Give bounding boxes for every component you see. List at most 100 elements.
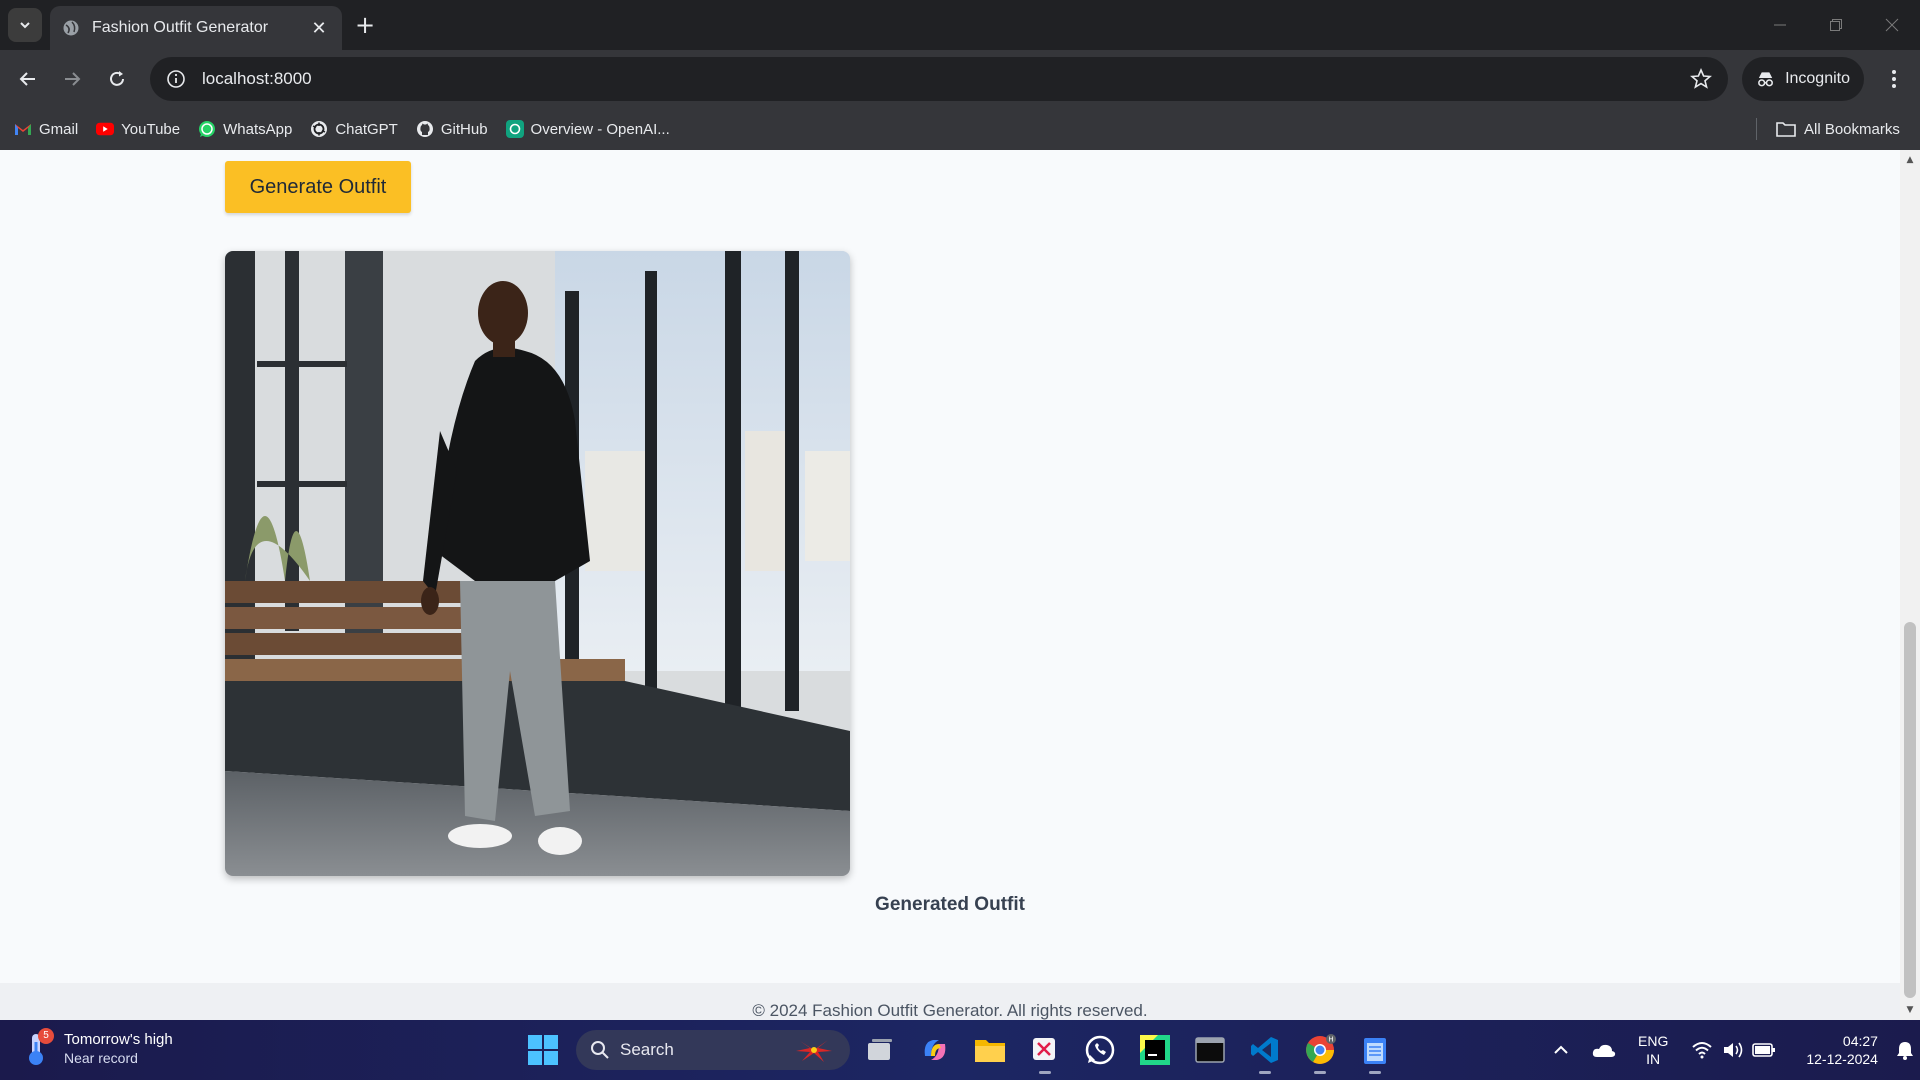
window-controls bbox=[1752, 0, 1920, 50]
all-bookmarks-label: All Bookmarks bbox=[1804, 120, 1900, 138]
notepad-app[interactable] bbox=[1357, 1032, 1393, 1074]
bookmark-whatsapp[interactable]: WhatsApp bbox=[198, 120, 292, 138]
info-icon[interactable] bbox=[166, 69, 186, 89]
scroll-up-icon[interactable]: ▲ bbox=[1900, 152, 1920, 168]
all-bookmarks-button[interactable]: All Bookmarks bbox=[1776, 108, 1900, 150]
bookmark-label: ChatGPT bbox=[335, 120, 398, 138]
copilot-icon bbox=[924, 1040, 946, 1060]
globe-icon bbox=[63, 20, 79, 36]
chrome-app[interactable]: H bbox=[1302, 1032, 1338, 1074]
vscode-icon bbox=[1251, 1037, 1278, 1063]
incognito-indicator[interactable]: Incognito bbox=[1742, 57, 1864, 101]
chatgpt-icon bbox=[310, 120, 328, 138]
whatsapp-app[interactable] bbox=[1082, 1032, 1118, 1068]
language-indicator[interactable]: ENG IN bbox=[1638, 1032, 1668, 1068]
pycharm-app[interactable] bbox=[1137, 1032, 1173, 1068]
weather-widget[interactable]: 5 Tomorrow's high Near record bbox=[24, 1028, 173, 1068]
openai-icon bbox=[505, 120, 524, 138]
folder-icon bbox=[1776, 121, 1796, 137]
pycharm-icon bbox=[1140, 1035, 1170, 1065]
notification-bell-icon[interactable] bbox=[1896, 1040, 1914, 1060]
bookmark-label: Overview - OpenAI... bbox=[530, 120, 670, 138]
weather-alert-badge: 5 bbox=[38, 1028, 54, 1044]
tab-close-icon[interactable]: ✕ bbox=[308, 18, 330, 39]
task-view-icon bbox=[868, 1039, 892, 1060]
star-icon[interactable] bbox=[1690, 68, 1712, 90]
bookmark-label: Gmail bbox=[39, 120, 79, 138]
windows-logo-icon bbox=[528, 1035, 558, 1065]
thermometer-icon: 5 bbox=[24, 1028, 54, 1068]
chevron-down-icon bbox=[20, 22, 30, 29]
tab-title: Fashion Outfit Generator bbox=[92, 19, 269, 36]
arrow-right-icon bbox=[65, 72, 81, 86]
close-window-button[interactable] bbox=[1864, 0, 1920, 50]
cloud-icon[interactable] bbox=[1592, 1042, 1616, 1058]
whatsapp-icon bbox=[1085, 1035, 1115, 1065]
bookmark-label: YouTube bbox=[121, 120, 181, 138]
scrollbar-thumb[interactable] bbox=[1904, 622, 1916, 998]
clock-time: 04:27 bbox=[1842, 1033, 1878, 1049]
new-tab-button[interactable]: + bbox=[352, 12, 378, 38]
bookmark-youtube[interactable]: YouTube bbox=[96, 120, 180, 138]
copilot-app[interactable] bbox=[917, 1032, 953, 1068]
whatsapp-icon bbox=[198, 120, 216, 138]
github-icon bbox=[416, 120, 434, 138]
address-bar[interactable]: localhost:8000 bbox=[150, 57, 1728, 101]
snipping-tool-icon bbox=[1033, 1038, 1055, 1060]
bookmark-chatgpt[interactable]: ChatGPT bbox=[310, 120, 398, 138]
close-icon bbox=[1885, 18, 1899, 32]
minimize-button[interactable] bbox=[1752, 0, 1808, 50]
wifi-icon[interactable] bbox=[1692, 1041, 1713, 1059]
folder-icon bbox=[975, 1040, 1005, 1062]
reload-icon bbox=[110, 71, 124, 86]
running-indicator bbox=[1314, 1071, 1326, 1074]
bookmark-openai-overview[interactable]: Overview - OpenAI... bbox=[505, 120, 670, 138]
back-button[interactable] bbox=[13, 64, 43, 94]
url-text[interactable]: localhost:8000 bbox=[202, 69, 1690, 89]
running-indicator bbox=[1369, 1071, 1381, 1074]
volume-icon[interactable] bbox=[1722, 1041, 1744, 1059]
page-scrollbar[interactable]: ▲ ▼ bbox=[1900, 150, 1920, 1020]
incognito-label: Incognito bbox=[1785, 70, 1850, 87]
chevron-up-icon[interactable] bbox=[1552, 1041, 1570, 1059]
bookmark-label: GitHub bbox=[440, 120, 488, 138]
tab-search-button[interactable] bbox=[8, 8, 42, 42]
chrome-icon: H bbox=[1306, 1034, 1336, 1064]
task-view-button[interactable] bbox=[862, 1032, 898, 1068]
generate-outfit-button[interactable]: Generate Outfit bbox=[225, 161, 411, 213]
forward-button[interactable] bbox=[57, 64, 87, 94]
gmail-icon bbox=[14, 120, 32, 138]
restore-icon bbox=[1830, 19, 1842, 31]
reload-button[interactable] bbox=[102, 64, 132, 94]
snipping-tool-app[interactable] bbox=[1027, 1032, 1063, 1074]
terminal-icon bbox=[1195, 1037, 1225, 1063]
bookmark-gmail[interactable]: Gmail bbox=[14, 120, 78, 138]
generated-outfit-image bbox=[225, 251, 850, 876]
windows-taskbar: 5 Tomorrow's high Near record Search H E… bbox=[0, 1020, 1920, 1080]
taskbar-search[interactable]: Search bbox=[576, 1030, 850, 1070]
battery-icon[interactable] bbox=[1752, 1042, 1776, 1058]
bookmark-github[interactable]: GitHub bbox=[416, 120, 488, 138]
browser-tab[interactable]: Fashion Outfit Generator ✕ bbox=[50, 6, 342, 50]
footer-text: © 2024 Fashion Outfit Generator. All rig… bbox=[752, 1001, 1148, 1020]
page-viewport: Generate Outfit Generated Outfit © 2024 … bbox=[0, 150, 1900, 1020]
system-tray: ENG IN 04:27 12-12-2024 bbox=[1552, 1020, 1914, 1080]
region-code: IN bbox=[1646, 1051, 1661, 1067]
restore-button[interactable] bbox=[1808, 0, 1864, 50]
file-explorer-app[interactable] bbox=[972, 1032, 1008, 1068]
scroll-down-icon[interactable]: ▼ bbox=[1900, 1002, 1920, 1018]
bookmarks-divider bbox=[1756, 118, 1757, 140]
vscode-app[interactable] bbox=[1247, 1032, 1283, 1074]
tab-strip: Fashion Outfit Generator ✕ + bbox=[0, 0, 1920, 50]
search-label: Search bbox=[620, 1040, 674, 1059]
image-caption: Generated Outfit bbox=[875, 894, 1025, 915]
start-button[interactable] bbox=[528, 1035, 558, 1065]
browser-toolbar: localhost:8000 Incognito bbox=[0, 50, 1920, 108]
weather-subtitle: Near record bbox=[64, 1049, 138, 1066]
notepad-icon bbox=[1364, 1038, 1386, 1064]
clock[interactable]: 04:27 12-12-2024 bbox=[1806, 1032, 1878, 1068]
terminal-app[interactable] bbox=[1192, 1032, 1228, 1068]
clock-date: 12-12-2024 bbox=[1806, 1051, 1878, 1067]
browser-menu-button[interactable] bbox=[1880, 64, 1908, 94]
running-indicator bbox=[1039, 1071, 1051, 1074]
